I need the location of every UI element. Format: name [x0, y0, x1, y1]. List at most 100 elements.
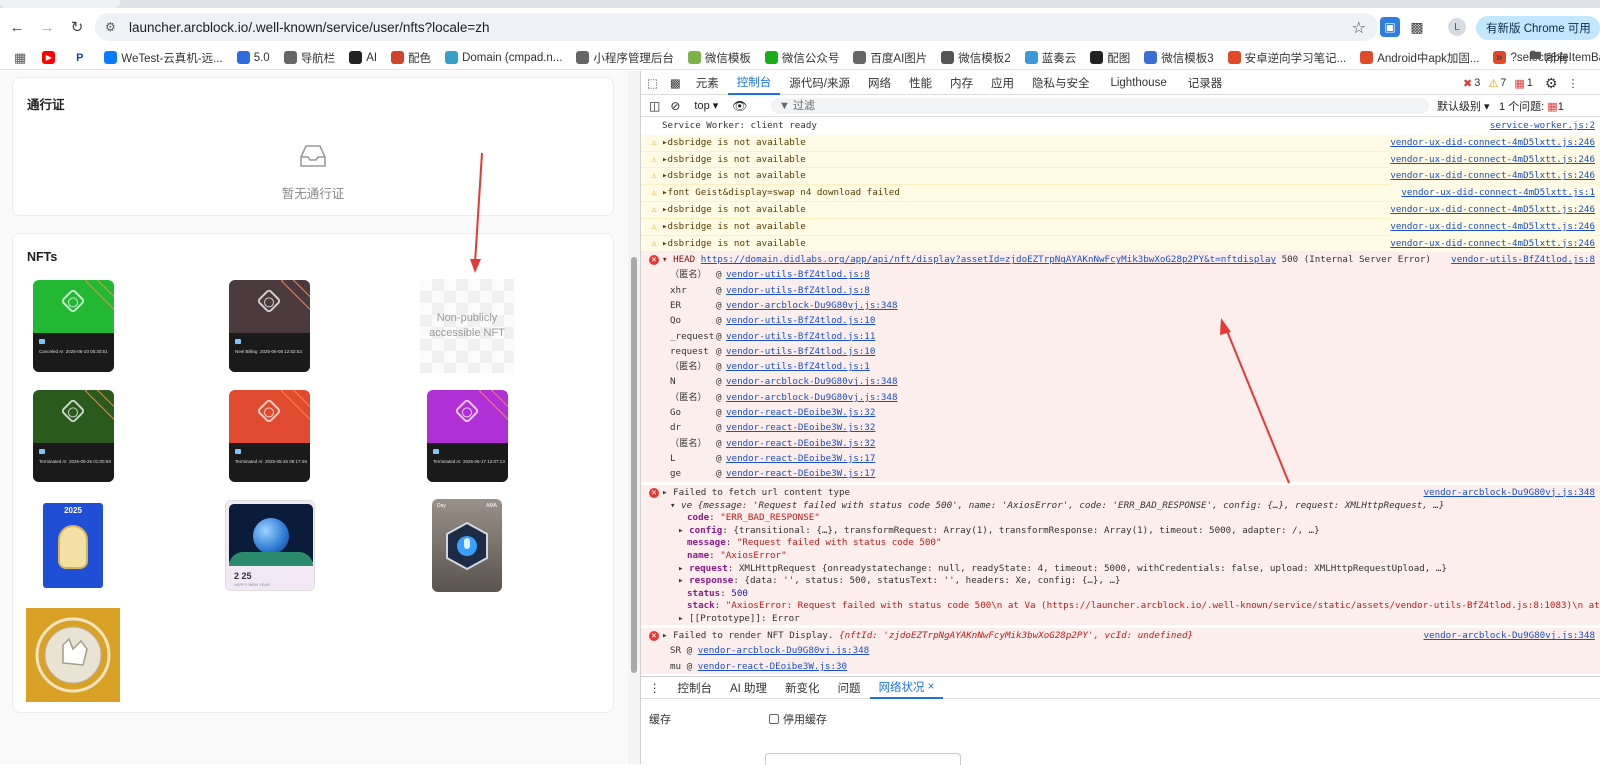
reload-icon[interactable]: ↻ — [64, 14, 90, 40]
bookmark-item[interactable]: 微信模板 — [687, 50, 751, 66]
fetch-error-row[interactable]: ✕ ▸ Failed to fetch url content type ven… — [641, 484, 1600, 500]
fetch-error-src-link[interactable]: vendor-arcblock-Du9G80vj.js:348 — [1423, 484, 1595, 500]
devtools-tab[interactable]: 内存 — [941, 71, 982, 95]
issues-badge[interactable]: 1 — [1527, 77, 1533, 89]
render-error-src-link[interactable]: vendor-arcblock-Du9G80vj.js:348 — [1423, 628, 1595, 644]
throttle-select[interactable] — [765, 753, 961, 765]
bookmark-item[interactable]: 微信公众号 — [764, 50, 839, 66]
filter-input[interactable]: ▼ 过滤 — [771, 98, 1429, 114]
drawer-tab[interactable]: 新变化 — [776, 677, 829, 699]
address-url[interactable]: launcher.arcblock.io/.well-known/service… — [129, 20, 490, 35]
scrollbar-thumb[interactable] — [631, 257, 637, 673]
drawer-tab[interactable]: 网络状况 × — [869, 677, 944, 699]
stack-src-link[interactable]: vendor-utils-BfZ4tlod.js:1 — [726, 361, 870, 372]
nft-gold-badge[interactable] — [26, 608, 120, 702]
stack-src-link[interactable]: vendor-arcblock-Du9G80vj.js:348 — [726, 300, 897, 311]
console-message[interactable]: ⚠ ▸font Geist&display=swap n4 download fa… — [641, 185, 1600, 202]
nft-planet-card[interactable]: 2 25 HAPPY NEW YEAR — [225, 500, 315, 591]
devtools-tab[interactable]: 性能 — [900, 71, 941, 95]
stack-src-link[interactable]: vendor-react-DEoibe3W.js:30 — [698, 661, 847, 672]
site-info-icon[interactable]: ⚙ — [105, 20, 119, 34]
avatar[interactable]: L — [1448, 18, 1466, 36]
prop-prototype[interactable]: ▸ [[Prototype]]: Error — [641, 612, 1600, 626]
message-src-link[interactable]: vendor-ux-did-connect-4mD5lxtt.js:246 — [1390, 235, 1595, 253]
devtools-tab[interactable]: 网络 — [859, 71, 900, 95]
settings-gear-icon[interactable]: ⚙ — [1545, 75, 1558, 92]
bookmark-item[interactable]: 小程序管理后台 — [576, 50, 674, 66]
bookmark-item[interactable]: 微信模板3 — [1144, 50, 1214, 66]
bookmark-item[interactable]: 微信模板2 — [941, 50, 1011, 66]
puzzle-icon[interactable]: ▩ — [1407, 17, 1427, 37]
device-toggle-icon[interactable]: ▩ — [664, 71, 687, 95]
drawer-menu-icon[interactable]: ⋮ — [641, 677, 669, 699]
disable-cache-checkbox[interactable] — [769, 714, 779, 724]
paypal-icon[interactable]: P — [73, 51, 90, 64]
console-message[interactable]: ⚠ ▸dsbridge is not available vendor-ux-did… — [641, 218, 1600, 236]
devtools-tab[interactable]: 源代码/来源 — [780, 71, 859, 95]
extension-icon[interactable]: ▣ — [1380, 17, 1400, 37]
warning-count[interactable]: 7 — [1500, 77, 1506, 89]
nft-item[interactable]: Terminated AI 2025-05-26 01:00:58 — [33, 390, 114, 482]
stack-src-link[interactable]: vendor-react-DEoibe3W.js:32 — [726, 407, 875, 418]
message-src-link[interactable]: vendor-ux-did-connect-4mD5lxtt.js:1 — [1401, 185, 1595, 202]
message-src-link[interactable]: vendor-ux-did-connect-4mD5lxtt.js:246 — [1390, 151, 1595, 169]
error-count[interactable]: 3 — [1474, 77, 1480, 89]
issues-link[interactable]: 1 个问题: ▦1 — [1499, 98, 1564, 114]
bookmark-star-icon[interactable]: ☆ — [1352, 18, 1366, 38]
bookmark-item[interactable]: Android中apk加固... — [1360, 50, 1479, 66]
page-scrollbar[interactable] — [628, 71, 640, 764]
drawer-tab[interactable]: 控制台 — [669, 677, 722, 699]
stack-src-link[interactable]: vendor-utils-BfZ4tlod.js:11 — [726, 331, 875, 342]
disable-cache-label[interactable]: 停用缓存 — [783, 711, 827, 727]
stack-src-link[interactable]: vendor-arcblock-Du9G80vj.js:348 — [726, 392, 897, 403]
message-src-link[interactable]: vendor-ux-did-connect-4mD5lxtt.js:246 — [1390, 168, 1595, 186]
head-error-row[interactable]: ✕ ▾ HEAD https://domain.didlabs.org/app/… — [641, 252, 1600, 268]
head-url[interactable]: https://domain.didlabs.org/app/api/nft/d… — [701, 254, 1276, 265]
stack-src-link[interactable]: vendor-react-DEoibe3W.js:32 — [726, 422, 875, 433]
apps-icon[interactable]: ▦ — [14, 50, 26, 66]
non-public-nft[interactable]: Non-publicly accessible NFT — [420, 279, 514, 373]
drawer-tab[interactable]: AI 助理 — [721, 677, 776, 699]
bookmark-item[interactable]: 配图 — [1090, 50, 1130, 66]
devtools-tab[interactable]: 隐私与安全 — [1023, 71, 1099, 95]
stack-src-link[interactable]: vendor-react-DEoibe3W.js:32 — [726, 438, 875, 449]
console-message[interactable]: ⚠ ▸dsbridge is not available vendor-ux-did… — [641, 235, 1600, 253]
render-error-row[interactable]: ✕ ▸ Failed to render NFT Display. {nftId… — [641, 628, 1600, 644]
bookmark-item[interactable]: 5.0 — [236, 51, 270, 64]
eye-icon[interactable]: 👁 — [732, 99, 747, 113]
bookmarks-more-button[interactable]: » — [1496, 52, 1502, 64]
sidebar-toggle-icon[interactable]: ◫ — [649, 99, 660, 113]
bookmark-item[interactable]: 配色 — [391, 50, 431, 66]
devtools-tab[interactable]: Lighthouse — [1098, 71, 1178, 95]
bookmark-item[interactable]: 蓝奏云 — [1024, 50, 1076, 66]
log-level-select[interactable]: 默认级别 ▾ — [1437, 98, 1490, 114]
nft-gem[interactable]: Day AMA — [432, 499, 502, 592]
devtools-tab[interactable]: 记录器 — [1179, 71, 1232, 95]
stack-src-link[interactable]: vendor-arcblock-Du9G80vj.js:348 — [726, 376, 897, 387]
nft-stamp[interactable]: 2025 — [40, 500, 106, 591]
stack-src-link[interactable]: vendor-react-DEoibe3W.js:17 — [726, 468, 875, 479]
drawer-tab[interactable]: 问题 — [829, 677, 870, 699]
console-message[interactable]: ⚠ ▸dsbridge is not available vendor-ux-did… — [641, 151, 1600, 169]
prop-request[interactable]: ▸ request: XMLHttpRequest {onreadystatec… — [641, 562, 1600, 576]
message-src-link[interactable]: service-worker.js:2 — [1490, 118, 1595, 135]
prop-response[interactable]: ▸ response: {data: '', status: 500, stat… — [641, 575, 1600, 588]
bookmark-item[interactable]: 导航栏 — [283, 50, 335, 66]
close-icon[interactable]: × — [928, 681, 935, 693]
youtube-icon[interactable]: ▶ — [42, 51, 59, 64]
address-bar[interactable]: ⚙ launcher.arcblock.io/.well-known/servi… — [95, 13, 1378, 41]
message-src-link[interactable]: vendor-ux-did-connect-4mD5lxtt.js:246 — [1390, 134, 1595, 152]
bookmark-item[interactable]: 安卓逆向学习笔记... — [1227, 50, 1346, 66]
stack-src-link[interactable]: vendor-react-DEoibe3W.js:17 — [726, 453, 875, 464]
console-message[interactable]: ⚠ ▸dsbridge is not available vendor-ux-did… — [641, 134, 1600, 152]
forward-icon[interactable]: → — [34, 14, 60, 40]
clear-console-icon[interactable]: ⊘ — [670, 99, 680, 113]
prop-config[interactable]: ▸ config: {transitional: {…}, transformR… — [641, 524, 1600, 538]
all-bookmarks-button[interactable]: 🖿 所有 — [1530, 48, 1569, 67]
stack-src-link[interactable]: vendor-arcblock-Du9G80vj.js:348 — [698, 645, 869, 656]
devtools-tab[interactable]: 应用 — [982, 71, 1023, 95]
head-src-link[interactable]: vendor-utils-BfZ4tlod.js:8 — [1451, 252, 1595, 268]
stack-src-link[interactable]: vendor-utils-BfZ4tlod.js:8 — [726, 269, 870, 280]
message-src-link[interactable]: vendor-ux-did-connect-4mD5lxtt.js:246 — [1390, 218, 1595, 236]
axios-error-summary[interactable]: ▾ ve {message: 'Request failed with stat… — [641, 499, 1600, 513]
